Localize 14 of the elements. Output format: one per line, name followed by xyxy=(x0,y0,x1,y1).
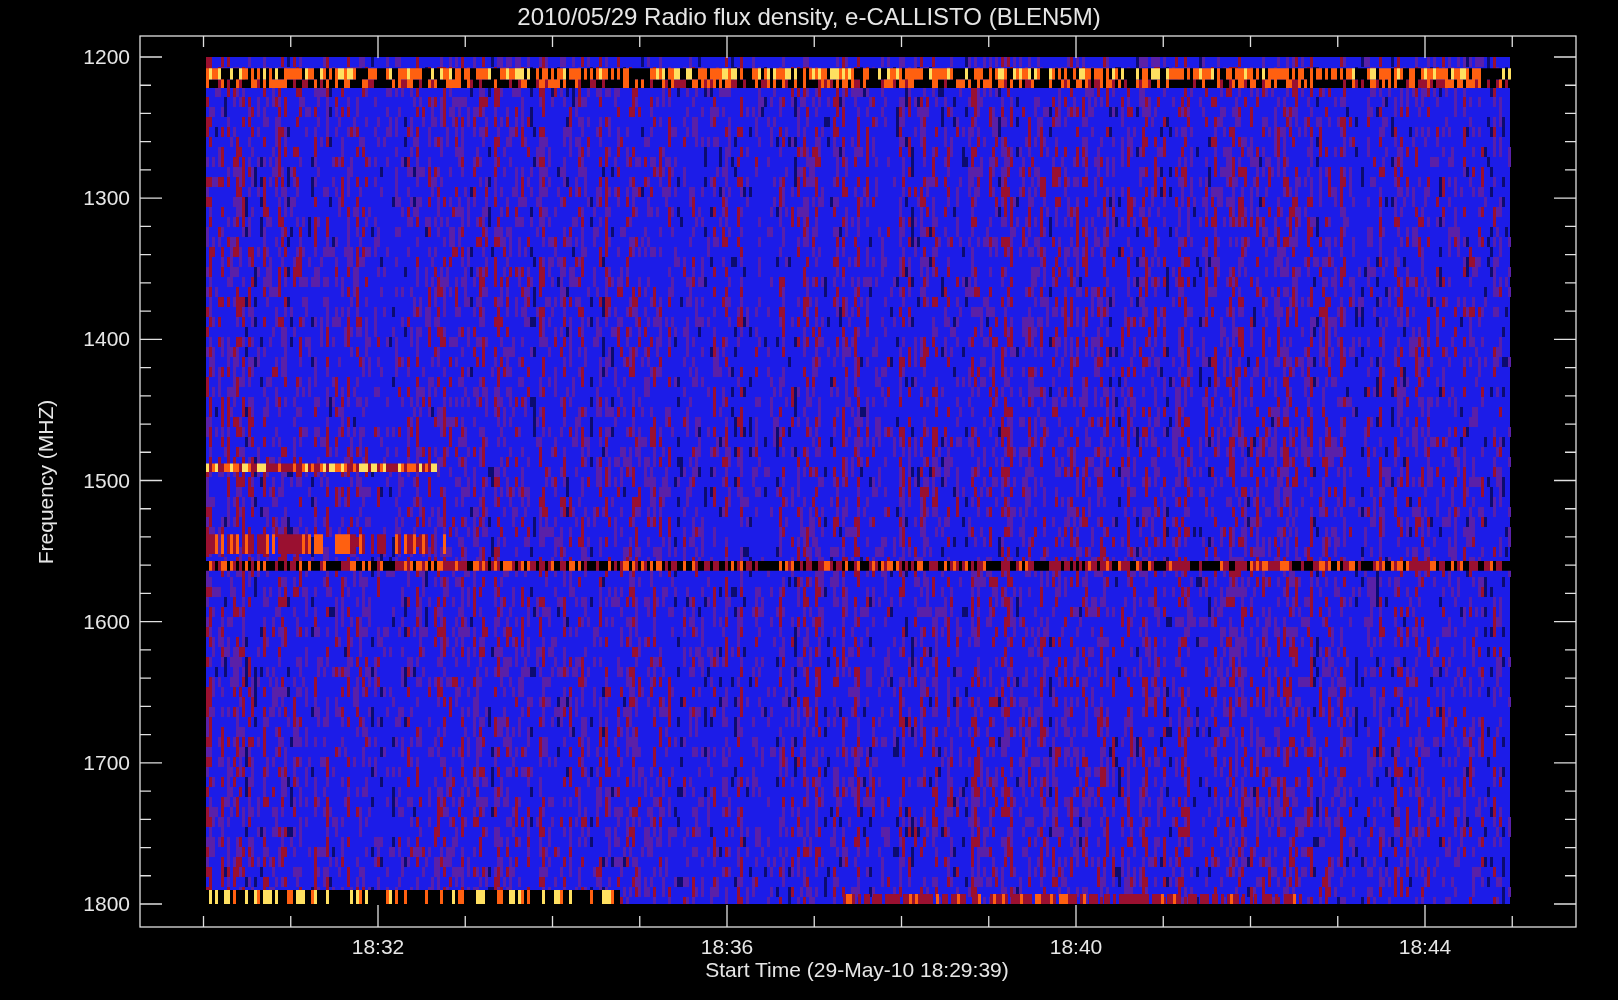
axis-tick-label: 18:36 xyxy=(700,935,754,958)
axis-title: Frequency (MHZ) xyxy=(34,399,57,565)
axis-tick-label: 1600 xyxy=(83,609,130,633)
axis-tick-label: 18:44 xyxy=(1398,935,1452,958)
axis-tick-label: 1300 xyxy=(83,186,130,210)
axis-tick-label: 1700 xyxy=(83,750,130,774)
axis-tick-label: 1800 xyxy=(83,892,130,915)
chart-title: 2010/05/29 Radio flux density, e-CALLISTO (BLEN5M) xyxy=(517,3,1101,30)
axis-tick-label: 1400 xyxy=(83,327,130,351)
axis-tick-label: 18:40 xyxy=(1049,935,1103,958)
axis-tick-label: 18:32 xyxy=(351,935,405,958)
axis-tick-label: 1500 xyxy=(83,468,130,492)
axis-tick-label: 1200 xyxy=(83,45,130,68)
axis-title: Start Time (29-May-10 18:29:39) xyxy=(705,958,1009,981)
